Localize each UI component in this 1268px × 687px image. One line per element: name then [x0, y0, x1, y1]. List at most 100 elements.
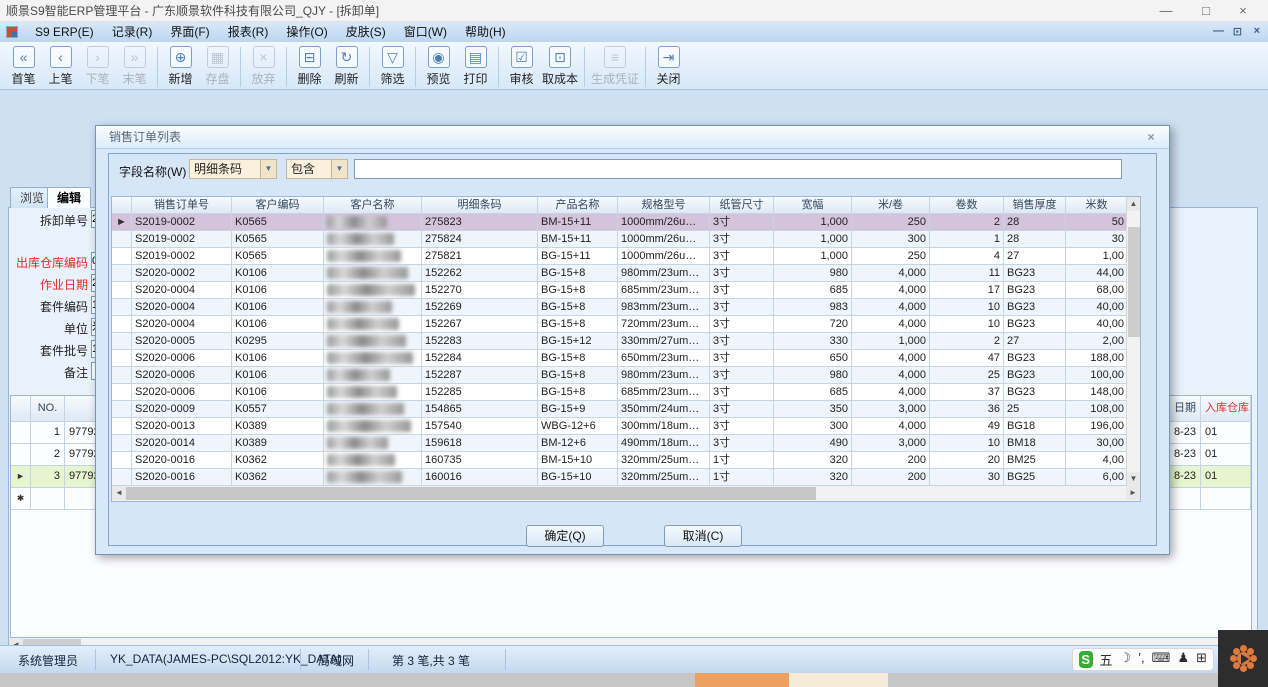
- filter-value-input[interactable]: [354, 159, 1122, 179]
- scroll-right-icon[interactable]: ►: [1126, 486, 1140, 500]
- sales-order-row[interactable]: S2020-0014K0389159618BM-12+6490mm/18um…3…: [112, 435, 1126, 452]
- status-record-count: 第 3 笔,共 3 笔: [392, 652, 470, 669]
- sales-order-row[interactable]: S2020-0004K0106152269BG-15+8983mm/23um…3…: [112, 299, 1126, 316]
- menu-item-6[interactable]: 窗口(W): [395, 22, 456, 42]
- person-icon[interactable]: ♟: [1177, 650, 1189, 669]
- grid-col-header-0[interactable]: 销售订单号: [132, 197, 232, 214]
- row-marker: [112, 316, 132, 333]
- first-button[interactable]: «首笔: [5, 46, 42, 87]
- sales-order-row[interactable]: S2020-0016K0362160016BG-15+10320mm/25um……: [112, 469, 1126, 486]
- col-in-warehouse[interactable]: 入库仓库: [1201, 396, 1251, 422]
- get-cost-button[interactable]: ⊡取成本: [540, 46, 580, 87]
- scroll-down-icon[interactable]: ▼: [1127, 472, 1140, 486]
- last-icon: »: [124, 46, 146, 68]
- grid-col-header-5[interactable]: 规格型号: [618, 197, 710, 214]
- toolbar-separator: [157, 47, 158, 87]
- grid-col-header-11[interactable]: 米数: [1066, 197, 1126, 214]
- sales-order-row[interactable]: S2020-0006K0106152285BG-15+8685mm/23um…3…: [112, 384, 1126, 401]
- keyboard-icon[interactable]: ⌨: [1152, 650, 1171, 669]
- menu-item-4[interactable]: 操作(O): [277, 22, 336, 42]
- tray-app-popup[interactable]: [1218, 630, 1268, 687]
- grid-col-header-1[interactable]: 客户编码: [232, 197, 324, 214]
- chevron-down-icon[interactable]: ▼: [331, 160, 347, 178]
- sogou-input-icon[interactable]: S: [1079, 651, 1093, 668]
- wubi-icon[interactable]: 五: [1100, 650, 1113, 669]
- grid-col-header-7[interactable]: 宽幅: [774, 197, 852, 214]
- scroll-left-icon[interactable]: ◄: [112, 486, 126, 500]
- grid-col-header-3[interactable]: 明细条码: [422, 197, 538, 214]
- menu-item-7[interactable]: 帮助(H): [456, 22, 515, 42]
- toolbar-separator: [584, 47, 585, 87]
- sales-order-row[interactable]: S2020-0016K0362160735BM-15+10320mm/25um……: [112, 452, 1126, 469]
- grid-icon[interactable]: ⊞: [1196, 650, 1207, 669]
- menu-item-0[interactable]: S9 ERP(E): [26, 22, 103, 42]
- sales-order-row[interactable]: S2020-0002K0106152262BG-15+8980mm/23um…3…: [112, 265, 1126, 282]
- grid-vertical-scrollbar[interactable]: ▲ ▼: [1126, 197, 1140, 486]
- sales-order-row[interactable]: S2020-0006K0106152287BG-15+8980mm/23um…3…: [112, 367, 1126, 384]
- preview-button[interactable]: ◉预览: [420, 46, 457, 87]
- taskbar-active-app[interactable]: [695, 673, 789, 687]
- menu-item-2[interactable]: 界面(F): [161, 22, 218, 42]
- row-marker: [112, 248, 132, 265]
- window-close-button[interactable]: ×: [1226, 0, 1260, 22]
- filter-field-combobox[interactable]: 明细条码 ▼: [189, 159, 277, 179]
- scroll-thumb[interactable]: [126, 487, 816, 500]
- grid-col-header-9[interactable]: 卷数: [930, 197, 1004, 214]
- grid-col-header-6[interactable]: 纸管尺寸: [710, 197, 774, 214]
- print-button[interactable]: ▤打印: [457, 46, 494, 87]
- sales-order-row[interactable]: S2020-0013K0389157540WBG-12+6300mm/18um……: [112, 418, 1126, 435]
- taskbar-strip: [0, 673, 1268, 687]
- cancel-button[interactable]: 取消(C): [664, 525, 742, 547]
- grid-col-header-4[interactable]: 产品名称: [538, 197, 618, 214]
- moon-icon[interactable]: ☽: [1120, 650, 1132, 669]
- sales-order-row[interactable]: S2020-0009K0557154865BG-15+9350mm/24um…3…: [112, 401, 1126, 418]
- status-network: 局域网: [318, 652, 354, 669]
- tab-edit[interactable]: 编辑: [47, 187, 91, 208]
- prev-button[interactable]: ‹上笔: [42, 46, 79, 87]
- close-button[interactable]: ⇥关闭: [650, 46, 687, 87]
- mdi-minimize-button[interactable]: —: [1213, 25, 1224, 37]
- menu-item-5[interactable]: 皮肤(S): [337, 22, 395, 42]
- mdi-restore-button[interactable]: ⊡: [1233, 25, 1242, 38]
- sales-order-row[interactable]: ►S2019-0002K0565275823BM-15+111000mm/26u…: [112, 214, 1126, 231]
- delete-button[interactable]: ⊟删除: [291, 46, 328, 87]
- grid-horizontal-scrollbar[interactable]: ◄ ►: [112, 486, 1140, 501]
- sales-order-row[interactable]: S2019-0002K0565275824BM-15+111000mm/26u……: [112, 231, 1126, 248]
- dialog-close-icon[interactable]: ×: [1143, 130, 1159, 146]
- row-marker: [112, 367, 132, 384]
- filter-operator-combobox[interactable]: 包含 ▼: [286, 159, 348, 179]
- mdi-close-button[interactable]: ×: [1254, 25, 1260, 37]
- filter-button[interactable]: ▽筛选: [374, 46, 411, 87]
- grid-col-header-8[interactable]: 米/卷: [852, 197, 930, 214]
- toolbar-separator: [369, 47, 370, 87]
- scroll-up-icon[interactable]: ▲: [1127, 197, 1140, 211]
- taskbar-app[interactable]: [789, 673, 888, 687]
- punctuation-icon[interactable]: ’,: [1138, 650, 1145, 669]
- chevron-down-icon[interactable]: ▼: [260, 160, 276, 178]
- ok-button[interactable]: 确定(Q): [526, 525, 604, 547]
- sales-order-row[interactable]: S2020-0004K0106152270BG-15+8685mm/23um…3…: [112, 282, 1126, 299]
- sales-order-row[interactable]: S2020-0005K0295152283BG-15+12330mm/27um……: [112, 333, 1126, 350]
- menu-item-1[interactable]: 记录(R): [103, 22, 162, 42]
- field-label-2: 作业日期: [0, 276, 88, 293]
- window-minimize-button[interactable]: —: [1149, 0, 1183, 22]
- field-label-4: 单位: [0, 320, 88, 337]
- sales-order-row[interactable]: S2019-0002K0565275821BG-15+111000mm/26u……: [112, 248, 1126, 265]
- window-maximize-button[interactable]: □: [1189, 0, 1223, 22]
- delete-label: 删除: [293, 70, 326, 87]
- menu-item-3[interactable]: 报表(R): [219, 22, 278, 42]
- sales-order-row[interactable]: S2020-0004K0106152267BG-15+8720mm/23um…3…: [112, 316, 1126, 333]
- new-button[interactable]: ⊕新增: [162, 46, 199, 87]
- grid-col-header-2[interactable]: 客户名称: [324, 197, 422, 214]
- row-marker: ►: [112, 214, 132, 231]
- sales-order-row[interactable]: S2020-0006K0106152284BG-15+8650mm/23um…3…: [112, 350, 1126, 367]
- preview-icon: ◉: [428, 46, 450, 68]
- app-icon: [6, 26, 18, 38]
- col-no[interactable]: NO.: [31, 396, 65, 422]
- row-marker: [112, 333, 132, 350]
- refresh-button[interactable]: ↻刷新: [328, 46, 365, 87]
- row-marker: [112, 435, 132, 452]
- grid-col-header-10[interactable]: 销售厚度: [1004, 197, 1066, 214]
- audit-button[interactable]: ☑审核: [503, 46, 540, 87]
- scroll-thumb[interactable]: [1128, 227, 1140, 337]
